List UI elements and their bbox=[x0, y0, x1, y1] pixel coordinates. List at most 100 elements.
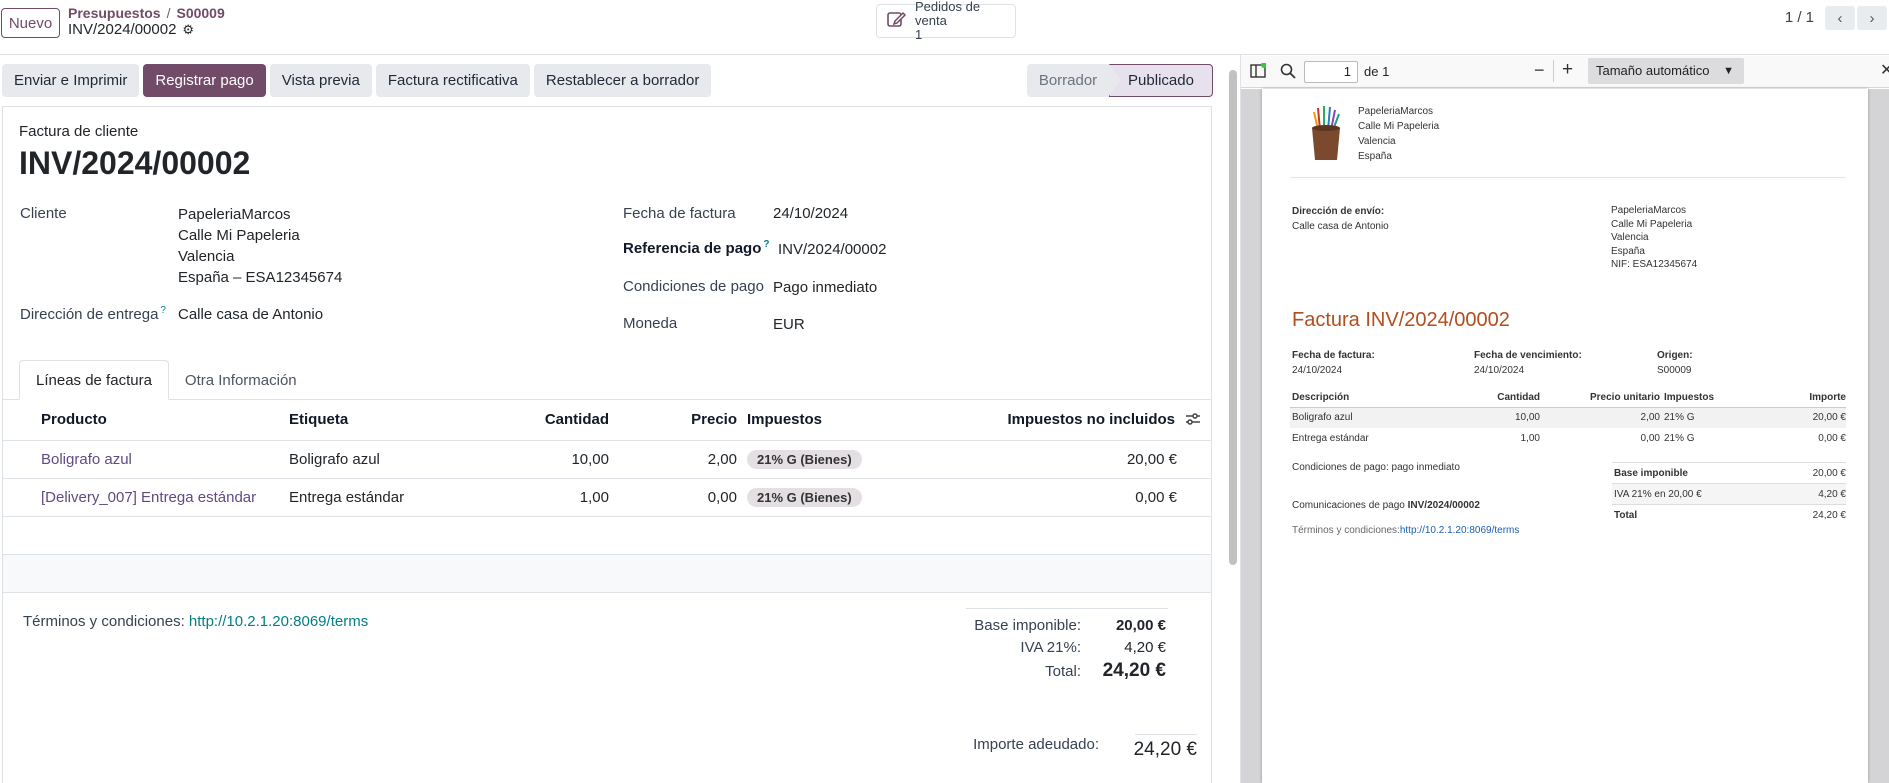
toolbar-separator bbox=[1553, 60, 1554, 82]
status-bar: Borrador Publicado bbox=[1027, 64, 1213, 97]
invoice-lines-table: Producto Etiqueta Cantidad Precio Impues… bbox=[3, 400, 1211, 517]
status-posted[interactable]: Publicado bbox=[1109, 64, 1213, 97]
chevron-left-icon[interactable]: ‹ bbox=[1825, 6, 1855, 30]
payment-reference-value[interactable]: INV/2024/00002 bbox=[778, 241, 886, 258]
totals-divider bbox=[966, 608, 1168, 609]
breadcrumb-quotations[interactable]: Presupuestos bbox=[68, 5, 161, 21]
new-button[interactable]: Nuevo bbox=[1, 8, 60, 38]
payment-terms-link[interactable]: Pago inmediato bbox=[773, 279, 877, 296]
terms-label: Términos y condiciones: bbox=[23, 613, 185, 630]
tax-badge: 21% G (Bienes) bbox=[747, 487, 862, 507]
total-label: Total: bbox=[1045, 663, 1081, 680]
invoice-date-value[interactable]: 24/10/2024 bbox=[773, 205, 848, 222]
page-number-input[interactable]: 1 bbox=[1304, 61, 1358, 83]
tab-invoice-lines[interactable]: Líneas de factura bbox=[19, 360, 169, 400]
empty-row bbox=[3, 555, 1211, 593]
notebook-tabs: Líneas de factura Otra Información bbox=[19, 360, 313, 400]
breadcrumb-order[interactable]: S00009 bbox=[176, 5, 224, 21]
search-icon[interactable] bbox=[1280, 63, 1296, 83]
status-draft[interactable]: Borrador bbox=[1027, 64, 1109, 97]
customer-label: Cliente bbox=[20, 205, 67, 222]
line-price: 0,00 bbox=[609, 478, 737, 517]
line-label: Entrega estándar bbox=[289, 478, 439, 517]
base-value: 20,00 € bbox=[1115, 617, 1166, 634]
company-logo bbox=[1306, 104, 1346, 165]
credit-note-button[interactable]: Factura rectificativa bbox=[375, 64, 530, 97]
zoom-in-icon[interactable]: + bbox=[1562, 59, 1573, 81]
currency-link[interactable]: EUR bbox=[773, 316, 805, 333]
currency-label: Moneda bbox=[623, 315, 678, 332]
pdf-col-quantity: Cantidad bbox=[1480, 389, 1540, 408]
tab-other-info[interactable]: Otra Información bbox=[169, 360, 313, 400]
amount-due-value: 24,20 € bbox=[1133, 739, 1197, 760]
close-icon[interactable]: ✕ bbox=[1880, 60, 1889, 80]
pdf-due-date: Fecha de vencimiento: 24/10/2024 bbox=[1474, 350, 1582, 376]
zoom-select[interactable]: Tamaño automático ▼ bbox=[1588, 58, 1744, 84]
line-product[interactable]: [Delivery_007] Entrega estándar bbox=[41, 489, 256, 506]
pdf-terms: Términos y condiciones:http://10.2.1.20:… bbox=[1292, 525, 1520, 536]
pdf-totals: Base imponible 20,00 € IVA 21% en 20,00 €… bbox=[1612, 462, 1846, 526]
preview-button[interactable]: Vista previa bbox=[269, 64, 372, 97]
shipping-block: Dirección de envío: Calle casa de Antoni… bbox=[1292, 206, 1389, 232]
terms-link[interactable]: http://10.2.1.20:8069/terms bbox=[189, 613, 368, 630]
reset-draft-button[interactable]: Restablecer a borrador bbox=[533, 64, 712, 97]
col-label[interactable]: Etiqueta bbox=[289, 400, 439, 441]
line-subtotal: 0,00 € bbox=[937, 478, 1211, 517]
pdf-payment-terms: Condiciones de pago: pago inmediato bbox=[1292, 462, 1460, 473]
col-subtotal[interactable]: Impuestos no incluidos bbox=[937, 400, 1211, 441]
iva-label: IVA 21%: bbox=[1020, 639, 1081, 656]
table-row[interactable]: [Delivery_007] Entrega estándar Entrega … bbox=[3, 478, 1211, 517]
edit-icon bbox=[887, 10, 907, 32]
help-icon: ? bbox=[160, 305, 166, 316]
chevron-down-icon: ▼ bbox=[1723, 65, 1734, 77]
zoom-value: Tamaño automático bbox=[1596, 63, 1710, 78]
scrollbar[interactable] bbox=[1229, 70, 1237, 565]
table-row[interactable]: Boligrafo azul Boligrafo azul 10,00 2,00… bbox=[3, 440, 1211, 479]
sidebar-toggle-icon[interactable] bbox=[1250, 62, 1267, 83]
pdf-invoice-title: Factura INV/2024/00002 bbox=[1292, 309, 1510, 331]
col-price[interactable]: Precio bbox=[609, 400, 737, 441]
help-icon: ? bbox=[763, 239, 770, 250]
smart-button-text: Pedidos de venta 1 bbox=[915, 0, 1015, 42]
pdf-terms-link[interactable]: http://10.2.1.20:8069/terms bbox=[1400, 525, 1520, 536]
pdf-col-taxes: Impuestos bbox=[1660, 389, 1740, 408]
col-product[interactable]: Producto bbox=[3, 400, 289, 441]
amount-due-label: Importe adeudado: bbox=[973, 736, 1099, 753]
breadcrumb-separator: / bbox=[166, 5, 171, 21]
column-settings-icon[interactable] bbox=[1185, 412, 1201, 430]
smart-button-label: Pedidos de venta bbox=[915, 0, 981, 28]
pdf-payment-communication: Comunicaciones de pago INV/2024/00002 bbox=[1292, 500, 1480, 511]
breadcrumb: Presupuestos / S00009 bbox=[68, 5, 225, 21]
base-label: Base imponible: bbox=[974, 617, 1081, 634]
col-quantity[interactable]: Cantidad bbox=[439, 400, 609, 441]
record-name: INV/2024/00002 bbox=[68, 21, 177, 38]
gear-icon[interactable]: ⚙ bbox=[182, 22, 194, 38]
pdf-origin: Origen: S00009 bbox=[1657, 350, 1693, 376]
customer-link[interactable]: PapeleriaMarcos bbox=[178, 206, 291, 223]
partner-address: PapeleriaMarcos Calle Mi Papeleria Valenci… bbox=[1611, 205, 1698, 270]
col-taxes[interactable]: Impuestos bbox=[737, 400, 937, 441]
pager-value[interactable]: 1 / 1 bbox=[1785, 9, 1814, 26]
customer-address-line2: Valencia bbox=[178, 248, 235, 265]
line-quantity: 10,00 bbox=[439, 440, 609, 479]
control-panel: Nuevo Presupuestos / S00009 INV/2024/00002… bbox=[0, 0, 1889, 55]
company-address: PapeleriaMarcos Calle Mi Papeleria Valenci… bbox=[1358, 106, 1440, 162]
zoom-out-icon[interactable]: − bbox=[1534, 60, 1545, 81]
pdf-table-row: Boligrafo azul 10,00 2,00 21% G 20,00 € bbox=[1290, 407, 1846, 428]
line-product[interactable]: Boligrafo azul bbox=[41, 451, 132, 468]
register-payment-button[interactable]: Registrar pago bbox=[143, 64, 266, 97]
send-print-button[interactable]: Enviar e Imprimir bbox=[2, 64, 140, 97]
header-divider bbox=[1290, 177, 1846, 178]
chevron-right-icon[interactable]: › bbox=[1857, 6, 1887, 30]
invoice-date-label: Fecha de factura bbox=[623, 205, 736, 222]
terms-conditions: Términos y condiciones: http://10.2.1.20… bbox=[23, 613, 368, 630]
customer-address-line3: España – ESA12345674 bbox=[178, 269, 343, 286]
action-buttons: Enviar e Imprimir Registrar pago Vista p… bbox=[2, 64, 712, 97]
delivery-address-link[interactable]: Calle casa de Antonio bbox=[178, 306, 323, 323]
sale-orders-smart-button[interactable]: Pedidos de venta 1 bbox=[876, 0, 1016, 42]
pdf-page: PapeleriaMarcos Calle Mi Papeleria Valenci… bbox=[1262, 89, 1868, 783]
tax-badge: 21% G (Bienes) bbox=[747, 449, 862, 469]
line-price: 2,00 bbox=[609, 440, 737, 479]
iva-value: 4,20 € bbox=[1124, 639, 1166, 656]
delivery-address-label: Dirección de entrega? bbox=[20, 305, 166, 323]
